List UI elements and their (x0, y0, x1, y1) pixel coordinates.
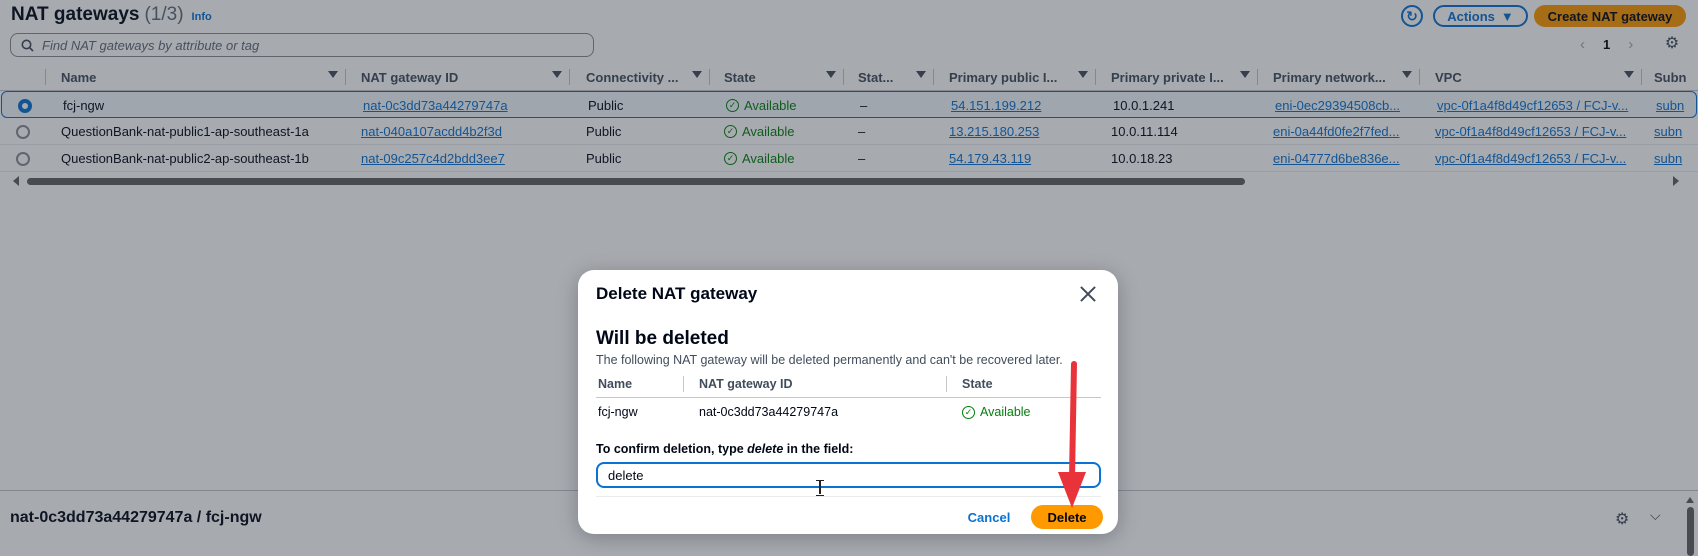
modal-row-id: nat-0c3dd73a44279747a (699, 405, 839, 419)
modal-column-name: Name (598, 377, 633, 391)
modal-heading: Will be deleted (596, 328, 729, 349)
modal-table-row: fcj-ngw nat-0c3dd73a44279747a ✓ Available (596, 398, 1101, 426)
modal-table: Name NAT gateway ID State fcj-ngw nat-0c… (596, 370, 1101, 426)
annotation-arrow (1058, 361, 1086, 508)
modal-table-header: Name NAT gateway ID State (596, 370, 1101, 398)
close-icon[interactable] (1076, 282, 1100, 306)
check-circle-icon: ✓ (962, 405, 975, 419)
modal-column-state: State (962, 377, 993, 391)
modal-row-name: fcj-ngw (598, 405, 638, 419)
delete-nat-gateway-modal: Delete NAT gateway Will be deleted The f… (578, 270, 1118, 534)
confirm-label: To confirm deletion, type delete in the … (596, 442, 854, 456)
modal-column-id: NAT gateway ID (699, 377, 793, 391)
modal-divider (596, 496, 1101, 497)
modal-title: Delete NAT gateway (596, 284, 758, 303)
confirm-delete-input[interactable]: delete (596, 462, 1101, 488)
text-cursor-icon (816, 480, 824, 496)
cancel-button[interactable]: Cancel (960, 505, 1018, 529)
modal-row-state: ✓ Available (962, 398, 1031, 426)
modal-description: The following NAT gateway will be delete… (596, 353, 1063, 367)
